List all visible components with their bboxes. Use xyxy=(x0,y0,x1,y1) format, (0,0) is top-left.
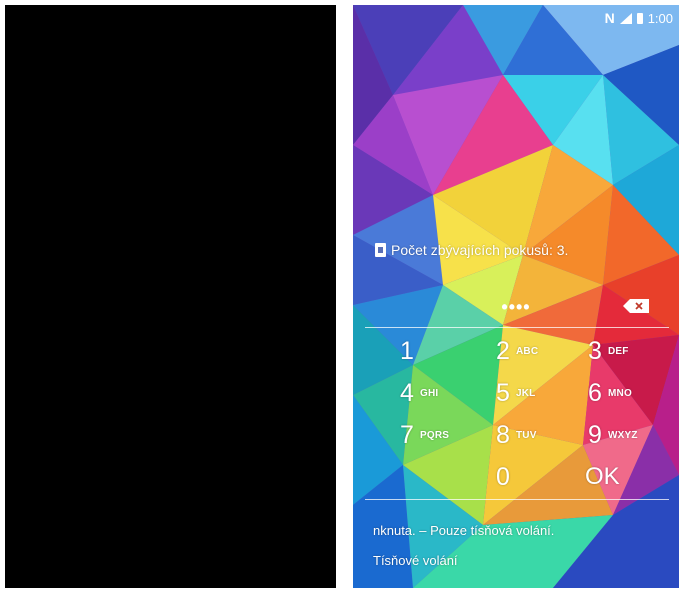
keypad-bottom-divider xyxy=(365,499,669,500)
key-7[interactable]: 7 PQRS xyxy=(397,414,493,456)
keypad-top-divider xyxy=(365,327,669,328)
signal-icon xyxy=(619,12,632,24)
key-empty xyxy=(397,456,493,498)
emergency-only-note: nknuta. – Pouze tísňová volání. xyxy=(373,523,555,538)
attempts-remaining: Počet zbývajících pokusů: 3. xyxy=(375,242,568,258)
ok-button[interactable]: OK xyxy=(585,456,677,498)
status-bar: N 1:00 xyxy=(353,5,679,31)
status-time: 1:00 xyxy=(647,10,673,26)
key-0[interactable]: 0 xyxy=(493,456,585,498)
backspace-icon[interactable] xyxy=(623,299,649,313)
pin-keypad: 1 2 ABC 3 DEF 4 GHI 5 JKL 6 MNO 7 PQRS 8 TUV 9W… xyxy=(353,330,679,497)
key-6[interactable]: 6 MNO xyxy=(585,372,677,414)
attempts-text: Počet zbývajících pokusů: 3. xyxy=(391,242,569,258)
key-1[interactable]: 1 xyxy=(397,330,493,372)
key-3[interactable]: 3 DEF xyxy=(585,330,677,372)
screenshot-stage: N 1:00 Počet zbývajících pokusů: 3. ••••… xyxy=(0,0,683,592)
key-2[interactable]: 2 ABC xyxy=(493,330,585,372)
nfc-icon: N xyxy=(604,10,615,26)
key-8[interactable]: 8 TUV xyxy=(493,414,585,456)
key-9[interactable]: 9 WXYZ xyxy=(585,414,677,456)
key-4[interactable]: 4 GHI xyxy=(397,372,493,414)
emergency-call-button[interactable]: Tísňové volání xyxy=(373,553,458,568)
battery-icon xyxy=(636,12,643,24)
right-phone-sim-lock-screen: N 1:00 Počet zbývajících pokusů: 3. ••••… xyxy=(353,5,679,588)
pin-entry-field[interactable]: •••• xyxy=(353,293,679,319)
left-phone-screen-off xyxy=(5,5,336,588)
sim-card-icon xyxy=(375,243,386,257)
key-5[interactable]: 5 JKL xyxy=(493,372,585,414)
